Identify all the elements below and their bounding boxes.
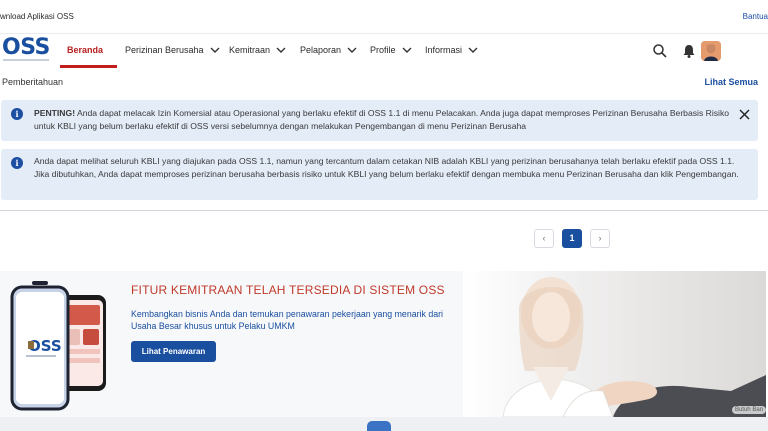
lihat-penawaran-button[interactable]: Lihat Penawaran — [131, 341, 216, 362]
avatar[interactable] — [701, 41, 721, 61]
info-icon: i — [11, 157, 23, 169]
nav-item-kemitraan[interactable]: Kemitraan — [229, 45, 287, 55]
pagination-next-button[interactable]: › — [590, 229, 610, 248]
banner-title: FITUR KEMITRAAN TELAH TERSEDIA DI SISTEM… — [131, 283, 445, 297]
notifications-heading: Pemberitahuan — [2, 77, 64, 87]
help-chat-pill[interactable]: Butuh Ban — [731, 406, 766, 414]
user-photo-icon — [701, 41, 721, 61]
close-icon[interactable] — [739, 109, 750, 120]
nav-item-profile[interactable]: Profile — [370, 45, 413, 55]
oss-logo[interactable]: OSS — [2, 35, 50, 65]
notifications-panel: Pemberitahuan Lihat Semua i PENTING! And… — [0, 68, 768, 211]
alert-text: Anda dapat melihat seluruh KBLI yang dia… — [34, 156, 739, 179]
chevron-down-icon — [276, 47, 286, 53]
alert-text: PENTING! Anda dapat melacak Izin Komersi… — [34, 107, 746, 133]
nav-item-label: Beranda — [67, 45, 104, 55]
banner-description: Kembangkan bisnis Anda dan temukan penaw… — [131, 309, 444, 331]
nav-item-label: Pelaporan — [300, 45, 342, 55]
chevron-down-icon — [210, 47, 220, 53]
see-all-link[interactable]: Lihat Semua — [704, 77, 758, 87]
nav-item-informasi[interactable]: Informasi — [425, 45, 479, 55]
nav-item-label: Profile — [370, 45, 396, 55]
nav-item-pelaporan[interactable]: Pelaporan — [300, 45, 358, 55]
alert-banner: i Anda dapat melihat seluruh KBLI yang d… — [1, 149, 758, 200]
alert-banner: i PENTING! Anda dapat melacak Izin Komer… — [1, 100, 758, 141]
nav-item-beranda[interactable]: Beranda — [67, 45, 103, 55]
top-strip: wnload Aplikasi OSS Bantua — [0, 0, 768, 33]
nav-item-perizinan-berusaha[interactable]: Perizinan Berusaha — [125, 45, 221, 55]
nav-item-label: Perizinan Berusaha — [125, 45, 204, 55]
search-icon[interactable] — [652, 43, 668, 59]
pagination-prev-button[interactable]: ‹ — [534, 229, 554, 248]
help-link[interactable]: Bantua — [743, 12, 768, 21]
info-icon: i — [11, 108, 23, 120]
nav-item-label: Kemitraan — [229, 45, 271, 55]
carousel-indicator[interactable] — [367, 421, 391, 431]
alert-body: Anda dapat melacak Izin Komersial atau O… — [34, 108, 730, 131]
logo-text: OSS — [2, 35, 50, 60]
bell-icon[interactable] — [681, 43, 697, 59]
download-app-link[interactable]: wnload Aplikasi OSS — [0, 12, 74, 21]
logo-tagline-bar — [3, 59, 49, 61]
chevron-down-icon — [347, 47, 357, 53]
chevron-down-icon — [402, 47, 412, 53]
chevron-down-icon — [468, 47, 478, 53]
pagination-page-button[interactable]: 1 — [562, 229, 582, 248]
businesswoman-handshake-image — [502, 277, 766, 417]
main-navbar: OSS Beranda Perizinan Berusaha Kemitraan… — [0, 33, 768, 68]
kemitraan-promo-banner: OSS FITUR KEMITRAAN TELAH TERSEDIA DI SI… — [0, 271, 766, 417]
alert-bold-label: PENTING! — [34, 108, 76, 118]
handshake-photo: Butuh Ban — [463, 271, 766, 417]
content-area: ‹ 1 › OSS FITUR KEMITRAAN TELAH TERSEDIA… — [0, 211, 768, 417]
phone-mockup-illustration: OSS — [10, 281, 106, 411]
nav-item-label: Informasi — [425, 45, 463, 55]
